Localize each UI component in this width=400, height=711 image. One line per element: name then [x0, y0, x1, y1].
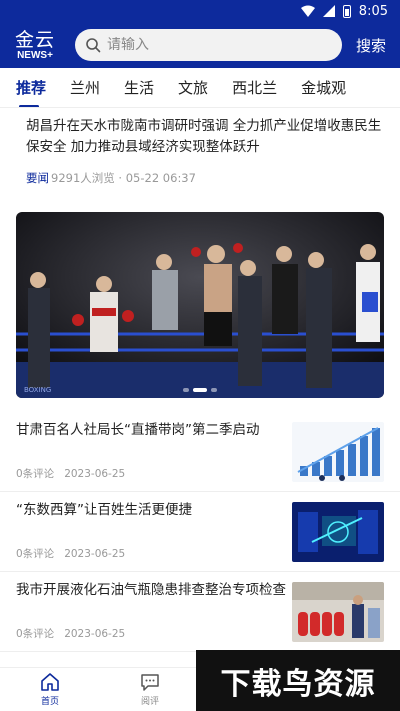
- tab-life[interactable]: 生活: [112, 68, 166, 107]
- list-item-text: 我市开展液化石油气瓶隐患排查整治专项检查 0条评论 2023-06-25: [16, 572, 292, 651]
- comment-count: 0条评论: [16, 468, 55, 480]
- carousel-dot[interactable]: [211, 388, 217, 392]
- tab-recommend[interactable]: 推荐: [0, 68, 58, 107]
- news-list: 甘肃百名人社局长“直播带岗”第二季启动 0条评论 2023-06-25 “东数西…: [0, 412, 400, 652]
- watermark: 下载鸟资源: [196, 650, 400, 711]
- comment-count: 0条评论: [16, 628, 55, 640]
- logo-sub: NEWS+: [17, 49, 53, 61]
- list-item-text: 甘肃百名人社局长“直播带岗”第二季启动 0条评论 2023-06-25: [16, 412, 292, 491]
- carousel-dot-active[interactable]: [193, 388, 207, 392]
- list-item-text: “东数西算”让百姓生活更便捷 0条评论 2023-06-25: [16, 492, 292, 571]
- list-item-title: 我市开展液化石油气瓶隐患排查整治专项检查: [16, 582, 286, 598]
- carousel-indicator: [183, 388, 217, 392]
- signal-icon: [322, 5, 335, 17]
- status-bar: 8:05: [0, 0, 400, 22]
- headline-tag: 要闻: [26, 171, 49, 185]
- headline-title: 胡昌升在天水市陇南市调研时强调 全力抓产业促增收惠民生保安全 加力推动县域经济实…: [26, 118, 382, 155]
- list-item-meta: 0条评论 2023-06-25: [16, 626, 125, 641]
- headline-views-time: 9291人浏览 · 05-22 06:37: [51, 171, 196, 185]
- list-item-thumbnail: [292, 502, 384, 562]
- tab-jincheng-view[interactable]: 金城观: [289, 68, 358, 107]
- list-item[interactable]: “东数西算”让百姓生活更便捷 0条评论 2023-06-25: [0, 492, 400, 572]
- nav-home-label: 首页: [40, 697, 59, 707]
- list-item-title: “东数西算”让百姓生活更便捷: [16, 502, 192, 518]
- publish-date: 2023-06-25: [64, 628, 126, 640]
- search-button[interactable]: 搜索: [356, 35, 386, 56]
- nav-review[interactable]: 阅评: [100, 668, 200, 711]
- status-time: 8:05: [358, 3, 388, 19]
- app-header: 金云 NEWS+ 搜索: [0, 22, 400, 68]
- tab-culture-travel[interactable]: 文旅: [166, 68, 220, 107]
- battery-icon: [342, 4, 351, 18]
- tab-lanzhou[interactable]: 兰州: [58, 68, 112, 107]
- banner-image: BOXING: [16, 212, 384, 398]
- search-input[interactable]: [107, 37, 307, 53]
- comment-count: 0条评论: [16, 548, 55, 560]
- nav-home[interactable]: 首页: [0, 668, 100, 711]
- headline-item[interactable]: 胡昌升在天水市陇南市调研时强调 全力抓产业促增收惠民生保安全 加力推动县域经济实…: [0, 108, 400, 204]
- app-logo: 金云 NEWS+: [0, 22, 70, 68]
- publish-date: 2023-06-25: [64, 548, 126, 560]
- wifi-icon: [300, 5, 315, 17]
- search-icon: [86, 38, 101, 53]
- list-item-thumbnail: [292, 422, 384, 482]
- list-item[interactable]: 甘肃百名人社局长“直播带岗”第二季启动 0条评论 2023-06-25: [0, 412, 400, 492]
- list-item[interactable]: 我市开展液化石油气瓶隐患排查整治专项检查 0条评论 2023-06-25: [0, 572, 400, 652]
- nav-review-label: 阅评: [140, 697, 159, 707]
- list-item-meta: 0条评论 2023-06-25: [16, 546, 125, 561]
- headline-meta: 要闻 9291人浏览 · 05-22 06:37: [26, 170, 384, 186]
- tab-northwest[interactable]: 西北兰: [220, 68, 289, 107]
- home-icon: [41, 673, 59, 691]
- list-item-thumbnail: [292, 582, 384, 642]
- logo-main: 金云: [14, 28, 55, 51]
- list-item-title: 甘肃百名人社局长“直播带岗”第二季启动: [16, 422, 260, 438]
- news-feed[interactable]: 胡昌升在天水市陇南市调研时强调 全力抓产业促增收惠民生保安全 加力推动县域经济实…: [0, 108, 400, 667]
- svg-text:BOXING: BOXING: [24, 386, 51, 394]
- category-tabs: 推荐 兰州 生活 文旅 西北兰 金城观: [0, 68, 400, 108]
- banner-carousel[interactable]: BOXING: [16, 212, 384, 398]
- carousel-dot[interactable]: [183, 388, 189, 392]
- search-box[interactable]: [75, 29, 342, 61]
- publish-date: 2023-06-25: [64, 468, 126, 480]
- message-icon: [141, 674, 159, 691]
- list-item-meta: 0条评论 2023-06-25: [16, 466, 125, 481]
